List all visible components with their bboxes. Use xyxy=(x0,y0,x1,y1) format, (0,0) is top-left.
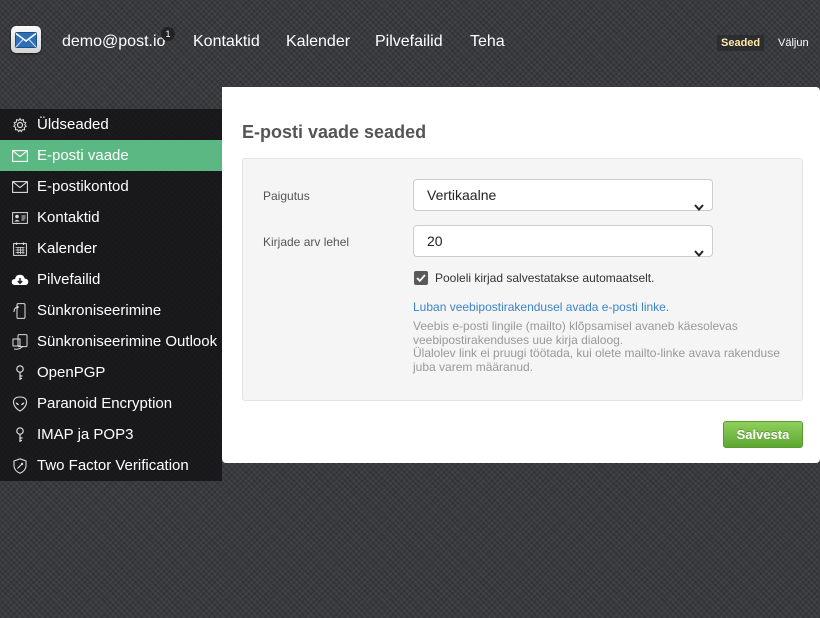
sidebar-item-label: E-postikontod xyxy=(37,178,129,195)
chevron-down-icon xyxy=(694,237,704,267)
sidebar-item-label: Üldseaded xyxy=(37,116,109,133)
sidebar-item-imap-pop3[interactable]: IMAP ja POP3 xyxy=(0,419,222,450)
help-line: Ülalolev link ei pruugi töötada, kui ole… xyxy=(413,346,780,360)
settings-link[interactable]: Seaded xyxy=(717,35,765,51)
autosave-checkbox[interactable] xyxy=(414,271,428,285)
sidebar-item-label: E-posti vaade xyxy=(37,147,129,164)
sidebar-item-mail-accounts[interactable]: E-postikontod xyxy=(0,171,222,202)
envelope-icon xyxy=(11,178,29,196)
sidebar-item-label: OpenPGP xyxy=(37,364,106,381)
per-page-select-value: 20 xyxy=(427,233,443,249)
sidebar-item-sync-outlook[interactable]: Sünkroniseerimine Outlook xyxy=(0,326,222,357)
help-line: Veebis e-posti lingile (mailto) klõpsami… xyxy=(413,319,738,333)
layout-select-value: Vertikaalne xyxy=(427,187,497,203)
nav-tasks[interactable]: Teha xyxy=(470,33,505,51)
nav-cloud-files[interactable]: Pilvefailid xyxy=(375,33,443,51)
sidebar-item-label: Sünkroniseerimine xyxy=(37,302,162,319)
top-bar: demo@post.io 1 Kontaktid Kalender Pilvef… xyxy=(0,0,820,86)
checkmark-icon xyxy=(416,269,426,287)
per-page-label: Kirjade arv lehel xyxy=(263,235,350,249)
mailto-handler-link[interactable]: Luban veebipostirakendusel avada e-posti… xyxy=(413,300,669,314)
sidebar-item-label: Paranoid Encryption xyxy=(37,395,173,412)
sidebar-item-label: Two Factor Verification xyxy=(37,457,189,474)
settings-sidebar: Üldseaded E-posti vaade E-postikontod Ko… xyxy=(0,109,222,481)
page-title: E-posti vaade seaded xyxy=(242,122,427,142)
help-line: veebipostirakenduses uue kirja dialoog. xyxy=(413,332,624,347)
key-icon xyxy=(11,426,29,444)
calendar-icon xyxy=(11,240,29,258)
sidebar-item-label: IMAP ja POP3 xyxy=(37,426,134,443)
messages-per-page-select[interactable]: 20 xyxy=(413,225,713,258)
layout-select[interactable]: Vertikaalne xyxy=(413,179,713,212)
sidebar-item-label: Kalender xyxy=(37,240,98,257)
sidebar-item-label: Sünkroniseerimine Outlook xyxy=(37,333,218,350)
sidebar-item-calendar[interactable]: Kalender xyxy=(0,233,222,264)
sidebar-item-openpgp[interactable]: OpenPGP xyxy=(0,357,222,388)
sync-phone-icon xyxy=(11,302,29,320)
mailto-help-text: Veebis e-posti lingile (mailto) klõpsami… xyxy=(413,319,803,374)
logout-link[interactable]: Väljun xyxy=(778,36,809,50)
app-logo-envelope-icon[interactable] xyxy=(11,26,41,53)
sidebar-item-sync[interactable]: Sünkroniseerimine xyxy=(0,295,222,326)
nav-account-mail[interactable]: demo@post.io xyxy=(62,33,165,51)
sidebar-item-general[interactable]: Üldseaded xyxy=(0,109,222,140)
sidebar-item-contacts[interactable]: Kontaktid xyxy=(0,202,222,233)
alien-icon xyxy=(11,395,29,413)
sidebar-item-two-factor[interactable]: Two Factor Verification xyxy=(0,450,222,481)
sidebar-item-paranoid-encryption[interactable]: Paranoid Encryption xyxy=(0,388,222,419)
settings-panel: E-posti vaade seaded Paigutus Vertikaaln… xyxy=(222,87,820,463)
help-line: juba varem määranud. xyxy=(413,359,534,374)
chevron-down-icon xyxy=(694,191,704,221)
envelope-icon xyxy=(11,147,29,165)
shield-icon xyxy=(11,457,29,475)
autosave-label[interactable]: Pooleli kirjad salvestatakse automaatsel… xyxy=(435,271,654,285)
gear-icon xyxy=(11,116,29,134)
sidebar-item-cloud-files[interactable]: Pilvefailid xyxy=(0,264,222,295)
settings-form: Paigutus Vertikaalne Kirjade arv lehel 2… xyxy=(242,158,803,401)
unread-count-badge: 1 xyxy=(161,27,175,41)
sidebar-item-mail-view[interactable]: E-posti vaade xyxy=(0,140,222,171)
sidebar-item-label: Kontaktid xyxy=(37,209,100,226)
nav-calendar[interactable]: Kalender xyxy=(286,33,350,51)
cloud-download-icon xyxy=(11,271,29,289)
nav-contacts[interactable]: Kontaktid xyxy=(193,33,260,51)
contact-card-icon xyxy=(11,209,29,227)
key-icon xyxy=(11,364,29,382)
sidebar-item-label: Pilvefailid xyxy=(37,271,101,288)
sync-outlook-icon xyxy=(11,333,29,351)
save-button[interactable]: Salvesta xyxy=(723,421,803,448)
layout-label: Paigutus xyxy=(263,189,310,203)
